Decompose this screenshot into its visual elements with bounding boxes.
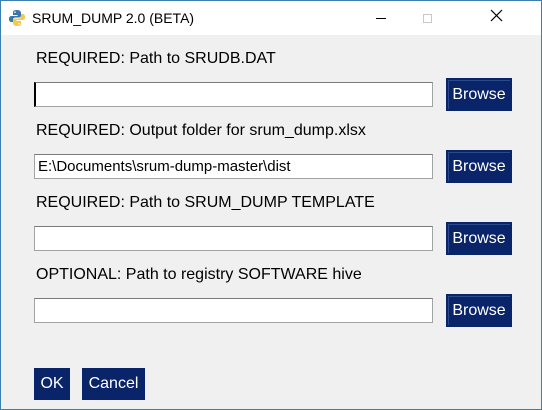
- output-folder-browse-button[interactable]: Browse: [446, 150, 512, 183]
- window-title: SRUM_DUMP 2.0 (BETA): [32, 10, 195, 26]
- srudb-path-label: REQUIRED: Path to SRUDB.DAT: [36, 50, 276, 67]
- minimize-button[interactable]: [358, 1, 404, 35]
- output-folder-input[interactable]: [34, 154, 433, 179]
- minimize-icon: [376, 17, 386, 19]
- software-hive-label: OPTIONAL: Path to registry SOFTWARE hive: [36, 266, 362, 283]
- close-button[interactable]: [450, 1, 542, 35]
- dialog-body: REQUIRED: Path to SRUDB.DAT Browse REQUI…: [1, 35, 541, 409]
- title-bar[interactable]: SRUM_DUMP 2.0 (BETA): [1, 1, 541, 35]
- cancel-button[interactable]: Cancel: [82, 368, 145, 400]
- ok-button[interactable]: OK: [34, 368, 70, 400]
- software-hive-browse-button[interactable]: Browse: [446, 294, 512, 327]
- srum-dump-window: SRUM_DUMP 2.0 (BETA) REQUIRED: Path to S…: [0, 0, 542, 410]
- srudb-path-input[interactable]: [34, 82, 433, 107]
- output-folder-label: REQUIRED: Output folder for srum_dump.xl…: [36, 122, 366, 139]
- software-hive-input[interactable]: [34, 298, 433, 323]
- srudb-browse-button[interactable]: Browse: [446, 78, 512, 111]
- close-icon: [490, 9, 503, 27]
- python-icon: [8, 9, 26, 27]
- maximize-button[interactable]: [404, 1, 450, 35]
- template-path-label: REQUIRED: Path to SRUM_DUMP TEMPLATE: [36, 194, 375, 211]
- maximize-icon: [422, 13, 432, 23]
- template-path-input[interactable]: [34, 226, 433, 251]
- template-browse-button[interactable]: Browse: [446, 222, 512, 255]
